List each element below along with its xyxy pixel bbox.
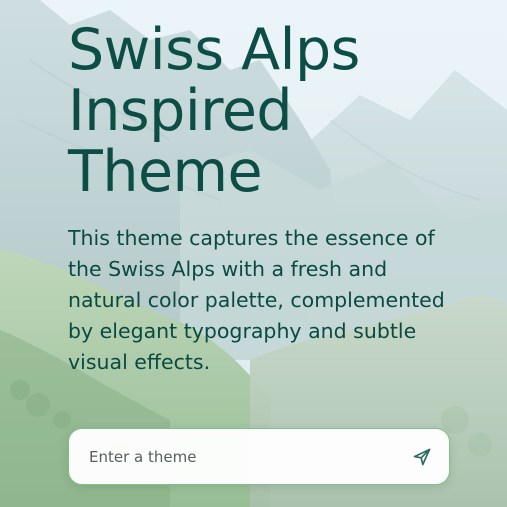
submit-theme-button[interactable]: [409, 444, 435, 470]
page-title: Swiss Alps Inspired Theme: [68, 17, 360, 205]
theme-input-container: [68, 428, 450, 485]
hero-section: Swiss Alps Inspired Theme This theme cap…: [0, 0, 507, 507]
theme-input[interactable]: [87, 446, 409, 467]
theme-description: This theme captures the essence of the S…: [68, 226, 445, 374]
send-icon-graphic: [413, 448, 431, 465]
send-icon: [412, 447, 432, 467]
hero-content: Swiss Alps Inspired Theme This theme cap…: [68, 20, 458, 378]
